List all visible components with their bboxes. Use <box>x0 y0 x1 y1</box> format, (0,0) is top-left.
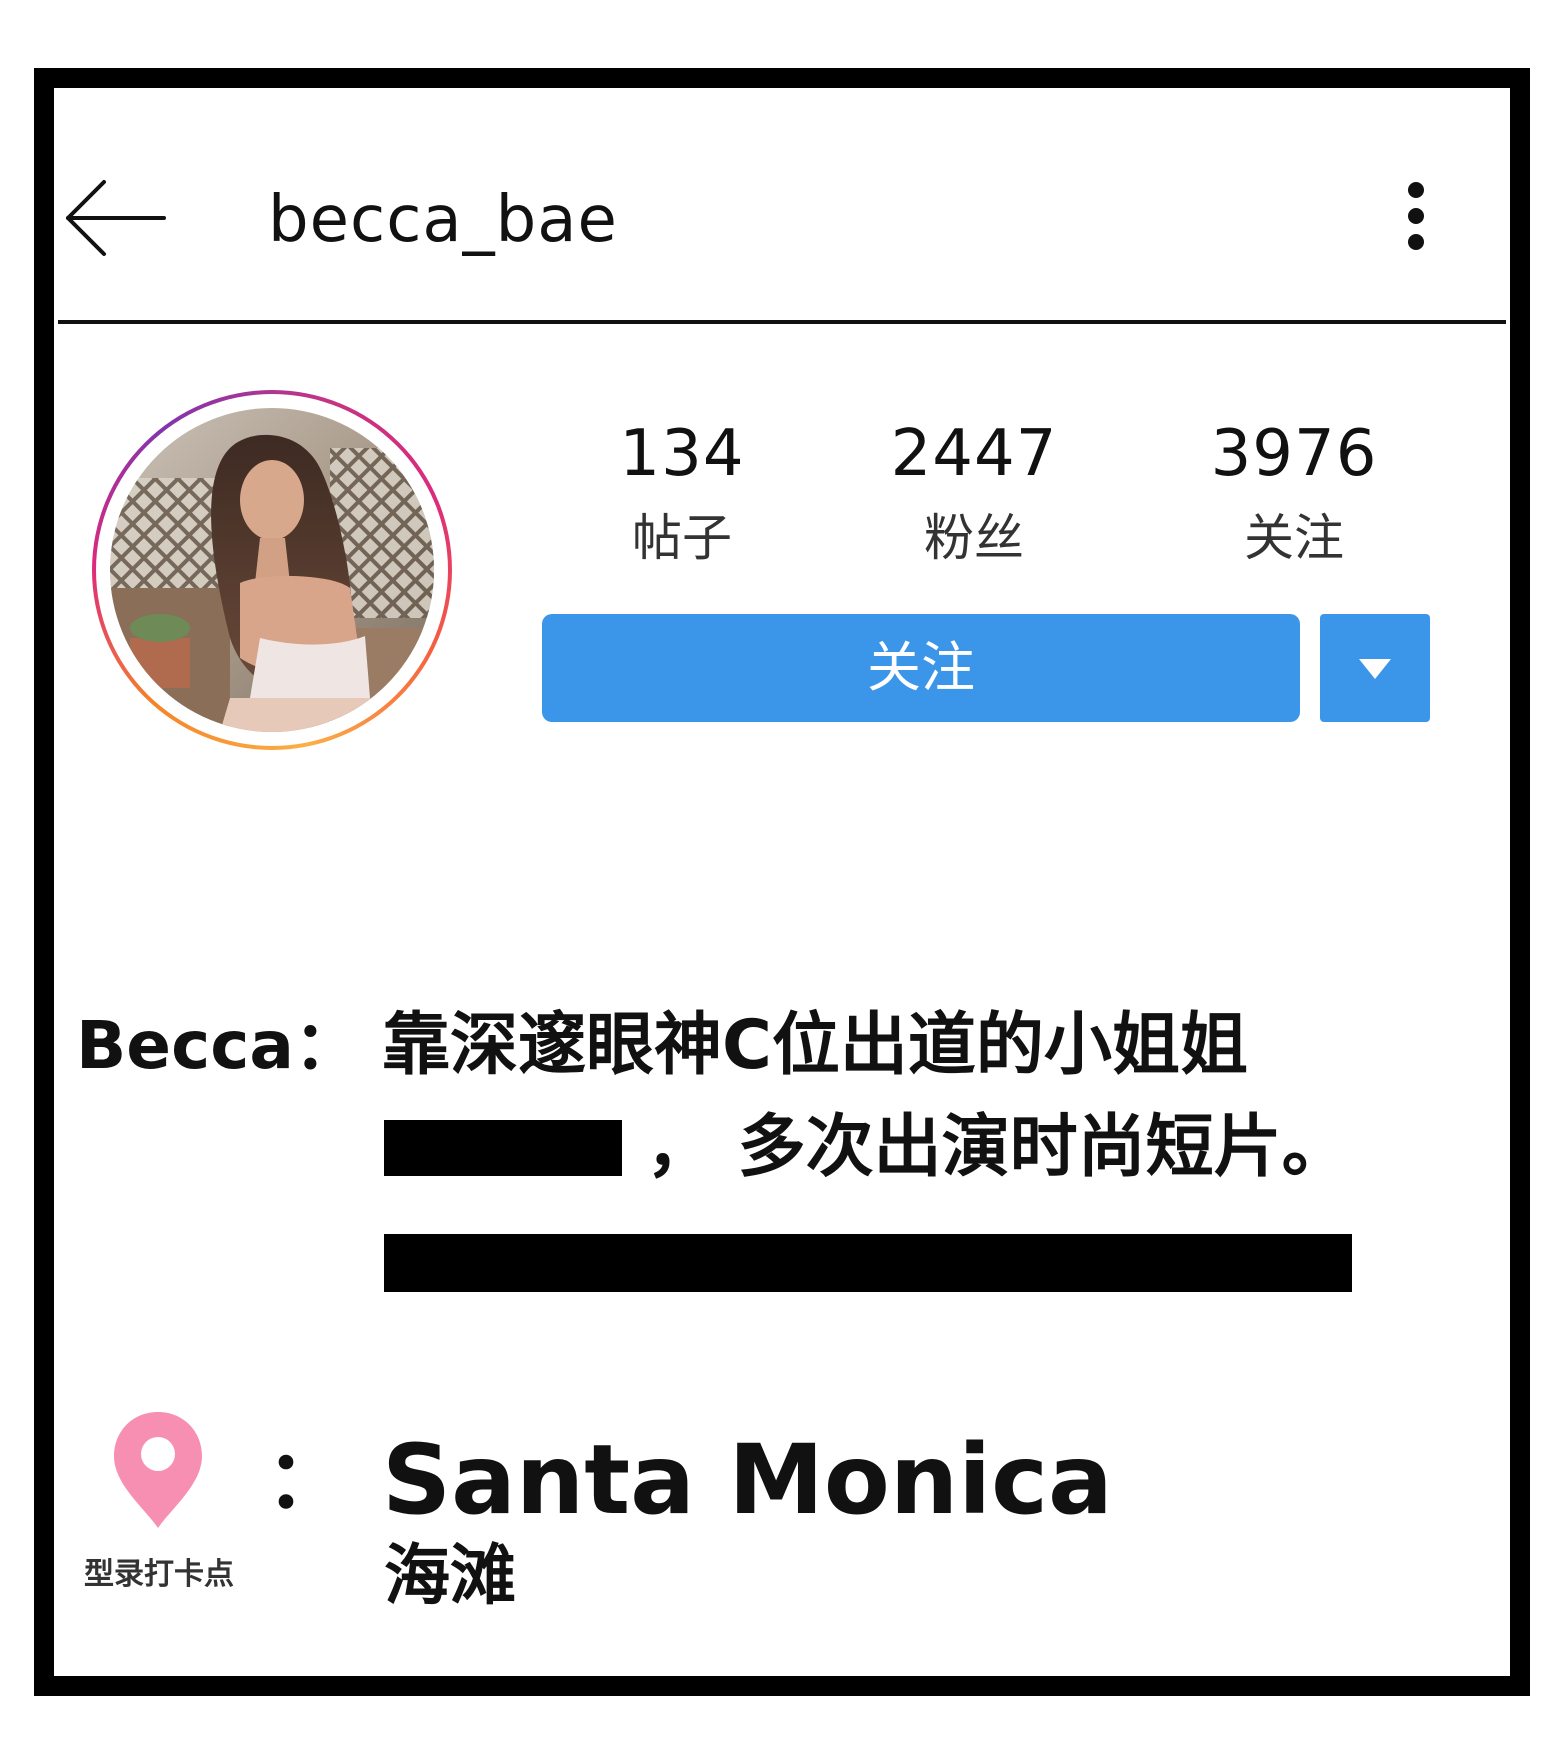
follow-button[interactable]: 关注 <box>542 614 1300 722</box>
bio-text-line1: 靠深邃眼神C位出道的小姐姐 <box>382 1006 1248 1085</box>
avatar-photo <box>110 408 434 732</box>
stat-posts-count: 134 <box>619 417 745 491</box>
caret-down-icon <box>1359 659 1391 679</box>
avatar-border <box>96 394 448 746</box>
stat-followers-label: 粉丝 <box>924 509 1024 567</box>
location-type-label: 型录打卡点 <box>84 1557 234 1592</box>
stat-posts-label: 帖子 <box>632 509 732 567</box>
stat-followers[interactable]: 2447 粉丝 <box>854 414 1094 570</box>
map-pin-icon <box>110 1408 206 1532</box>
location-name[interactable]: Santa Monica <box>382 1420 1113 1540</box>
header-divider <box>58 320 1506 324</box>
more-options-icon[interactable] <box>1396 178 1436 258</box>
bio-name: Becca： <box>76 1007 360 1084</box>
location-subtitle: 海滩 <box>384 1537 516 1614</box>
profile-avatar[interactable] <box>92 390 452 750</box>
stat-following-count: 3976 <box>1210 417 1378 491</box>
profile-username: becca_bae <box>268 183 618 257</box>
redaction-bar <box>384 1120 622 1176</box>
bio-text-line2: ， 多次出演时尚短片。 <box>646 1108 1350 1187</box>
redaction-bar <box>384 1234 1352 1292</box>
location-colon: ： <box>266 1433 346 1526</box>
follow-dropdown-button[interactable] <box>1320 614 1430 722</box>
stat-following-label: 关注 <box>1244 509 1344 567</box>
stat-following[interactable]: 3976 关注 <box>1174 414 1414 570</box>
back-arrow-icon[interactable] <box>64 178 168 258</box>
stat-posts[interactable]: 134 帖子 <box>562 414 802 570</box>
stat-followers-count: 2447 <box>890 417 1058 491</box>
